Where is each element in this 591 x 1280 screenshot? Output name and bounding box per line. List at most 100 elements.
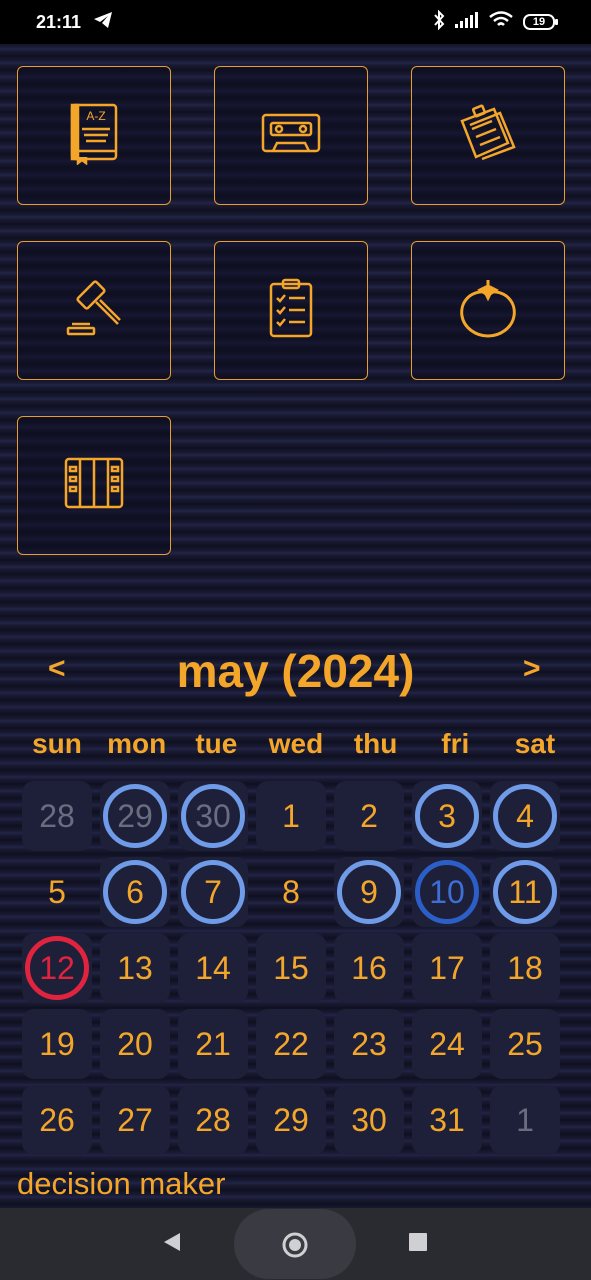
signal-icon	[455, 11, 479, 33]
calendar-day[interactable]: 25	[490, 1009, 560, 1079]
calendar-day-number: 7	[204, 873, 222, 910]
calendar-day[interactable]: 4	[490, 781, 560, 851]
calendar-day-number: 5	[48, 873, 66, 910]
weekday-tue: tue	[195, 728, 238, 759]
calendar-day[interactable]: 2	[334, 781, 404, 851]
calendar-day[interactable]: 14	[178, 933, 248, 1003]
calendar-day[interactable]: 9	[334, 857, 404, 927]
tile-checklist[interactable]	[214, 241, 368, 380]
calendar-day[interactable]: 29	[256, 1085, 326, 1155]
calendar-day-number: 1	[516, 1101, 534, 1138]
telegram-icon	[93, 11, 113, 34]
calendar-day[interactable]: 31	[412, 1085, 482, 1155]
navigation-bar	[0, 1208, 591, 1280]
calendar-day-number: 13	[117, 949, 153, 986]
month-title: may (2024)	[176, 645, 415, 697]
calendar-header: < may (2024) >	[0, 640, 591, 704]
calendar-day-number: 10	[429, 873, 465, 910]
calendar-day-number: 31	[429, 1101, 465, 1138]
status-time: 21:11	[36, 11, 82, 32]
calendar-day[interactable]: 30	[334, 1085, 404, 1155]
calendar-day[interactable]: 6	[100, 857, 170, 927]
calendar-day-number: 11	[508, 873, 542, 910]
calendar-day-number: 28	[195, 1101, 231, 1138]
calendar-day[interactable]: 22	[256, 1009, 326, 1079]
calendar-day-number: 30	[351, 1101, 387, 1138]
calendar-day[interactable]: 1	[490, 1085, 560, 1155]
tile-notes[interactable]	[411, 66, 565, 205]
calendar-day[interactable]: 28	[22, 781, 92, 851]
calendar-day-number: 20	[117, 1025, 153, 1062]
back-button[interactable]	[150, 1208, 194, 1280]
bluetooth-icon	[433, 9, 445, 35]
calendar-day[interactable]: 24	[412, 1009, 482, 1079]
battery-icon: 19	[523, 14, 558, 30]
calendar-day[interactable]: 12	[22, 933, 92, 1003]
calendar-day[interactable]: 21	[178, 1009, 248, 1079]
calendar-day-number: 6	[126, 873, 144, 910]
status-right: 19	[433, 9, 558, 35]
calendar-day[interactable]: 5	[22, 857, 92, 927]
gavel-icon	[62, 276, 126, 345]
calendar-day-number: 24	[429, 1025, 465, 1062]
tile-lockers[interactable]	[17, 416, 171, 555]
calendar-day-number: 3	[438, 797, 456, 834]
weekday-mon: mon	[107, 728, 167, 759]
calendar-day[interactable]: 27	[100, 1085, 170, 1155]
calendar-day-number: 30	[195, 797, 231, 834]
calendar-day-number: 12	[39, 949, 75, 986]
next-month-button[interactable]: >	[523, 652, 541, 686]
weekday-fri: fri	[441, 728, 470, 759]
calendar-day[interactable]: 23	[334, 1009, 404, 1079]
recents-square-icon	[408, 1232, 428, 1257]
tile-dictionary[interactable]: A-Z	[17, 66, 171, 205]
calendar-day[interactable]: 20	[100, 1009, 170, 1079]
calendar-day[interactable]: 3	[412, 781, 482, 851]
calendar-day[interactable]: 10	[412, 857, 482, 927]
back-triangle-icon	[162, 1231, 182, 1258]
calendar-day[interactable]: 28	[178, 1085, 248, 1155]
notes-papers-icon	[456, 101, 520, 170]
calendar-day-number: 22	[273, 1025, 309, 1062]
calendar-day[interactable]: 1	[256, 781, 326, 851]
recents-button[interactable]	[396, 1208, 440, 1280]
calendar-day-number: 8	[282, 873, 300, 910]
decision-maker-label[interactable]: decision maker	[17, 1166, 225, 1202]
calendar-day-number: 16	[351, 949, 387, 986]
calendar-day[interactable]: 26	[22, 1085, 92, 1155]
calendar-day-number: 29	[117, 797, 153, 834]
calendar-day-number: 28	[39, 797, 75, 834]
calendar-day-number: 25	[507, 1025, 543, 1062]
checklist-clipboard-icon	[259, 276, 323, 345]
lockers-icon	[62, 451, 126, 520]
calendar-day[interactable]: 18	[490, 933, 560, 1003]
calendar-day[interactable]: 17	[412, 933, 482, 1003]
calendar-day-number: 18	[507, 949, 543, 986]
tile-dictionary-label: A-Z	[86, 109, 105, 123]
calendar-day-number: 29	[273, 1101, 309, 1138]
calendar-day-number: 2	[360, 797, 378, 834]
calendar-day[interactable]: 19	[22, 1009, 92, 1079]
calendar-day[interactable]: 15	[256, 933, 326, 1003]
calendar-grid: 28 29 30 1 2 3 4 5 6 7 8 9 10 11 12 13 14 15 16 17 18 19 20 21 2…	[22, 781, 560, 1155]
home-button[interactable]	[234, 1209, 356, 1279]
calendar-day-number: 23	[351, 1025, 387, 1062]
calendar-day[interactable]: 29	[100, 781, 170, 851]
calendar-day[interactable]: 16	[334, 933, 404, 1003]
tile-cassette[interactable]	[214, 66, 368, 205]
status-bar: 21:11 19	[0, 0, 591, 44]
calendar-day-number: 21	[195, 1025, 231, 1062]
calendar-day[interactable]: 7	[178, 857, 248, 927]
dictionary-book-icon: A-Z	[62, 101, 126, 170]
calendar-day[interactable]: 11	[490, 857, 560, 927]
tile-gavel[interactable]	[17, 241, 171, 380]
tile-tomato[interactable]	[411, 241, 565, 380]
calendar-day-number: 15	[273, 949, 309, 986]
calendar-day-number: 19	[39, 1025, 75, 1062]
battery-level: 19	[532, 16, 546, 28]
calendar-day[interactable]: 13	[100, 933, 170, 1003]
calendar-day[interactable]: 30	[178, 781, 248, 851]
weekday-wed: wed	[268, 728, 324, 759]
weekday-sat: sat	[514, 728, 556, 759]
calendar-day[interactable]: 8	[256, 857, 326, 927]
